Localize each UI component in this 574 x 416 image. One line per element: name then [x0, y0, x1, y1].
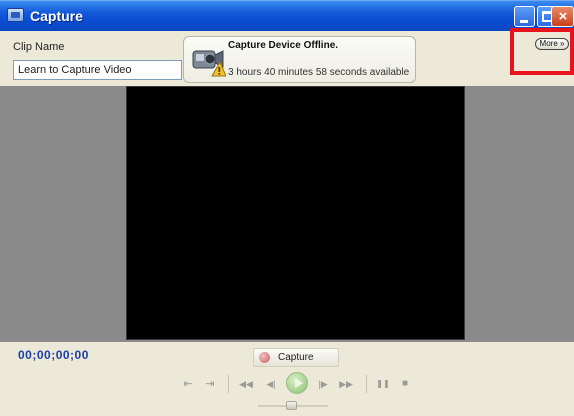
minimize-icon	[520, 20, 528, 23]
close-icon: ×	[558, 8, 568, 25]
minimize-button[interactable]	[514, 6, 535, 27]
rewind-icon[interactable]: ◀◀	[236, 375, 256, 393]
device-status-text: Capture Device Offline.	[228, 40, 339, 51]
window-title: Capture	[30, 8, 83, 24]
highlight-box	[510, 28, 574, 75]
clip-name-input[interactable]	[13, 60, 182, 80]
capture-app-icon	[7, 8, 24, 22]
fast-forward-icon[interactable]: ▶▶	[336, 375, 356, 393]
device-status-panel: Capture Device Offline. 3 hours 40 minut…	[183, 36, 416, 83]
record-icon	[259, 352, 270, 363]
stop-icon[interactable]: ■	[398, 375, 412, 393]
play-button[interactable]	[286, 372, 308, 394]
capture-button[interactable]: Capture	[253, 348, 339, 367]
capture-controls: 00;00;00;00 Capture ⇤ ⇥ ◀◀ ◀| |▶ ▶▶ ❚❚ ■	[0, 342, 574, 416]
video-preview	[126, 86, 465, 340]
step-back-icon[interactable]: ◀|	[262, 375, 280, 393]
toolbar-divider	[228, 375, 229, 393]
available-time-text: 3 hours 40 minutes 58 seconds available	[228, 67, 410, 78]
clip-name-label: Clip Name	[13, 41, 65, 53]
pause-icon[interactable]: ❚❚	[376, 375, 390, 393]
close-button[interactable]: ×	[551, 6, 574, 27]
shuttle-slider[interactable]	[286, 401, 297, 410]
camera-icon	[192, 50, 226, 77]
capture-button-label: Capture	[278, 352, 314, 363]
play-icon	[295, 378, 303, 388]
preview-area	[0, 86, 574, 342]
set-out-icon[interactable]: ⇥	[202, 375, 218, 393]
timecode-display: 00;00;00;00	[18, 348, 89, 362]
step-forward-icon[interactable]: |▶	[314, 375, 332, 393]
toolbar-divider	[366, 375, 367, 393]
set-in-icon[interactable]: ⇤	[180, 375, 196, 393]
title-bar[interactable]: Capture ×	[0, 0, 574, 31]
